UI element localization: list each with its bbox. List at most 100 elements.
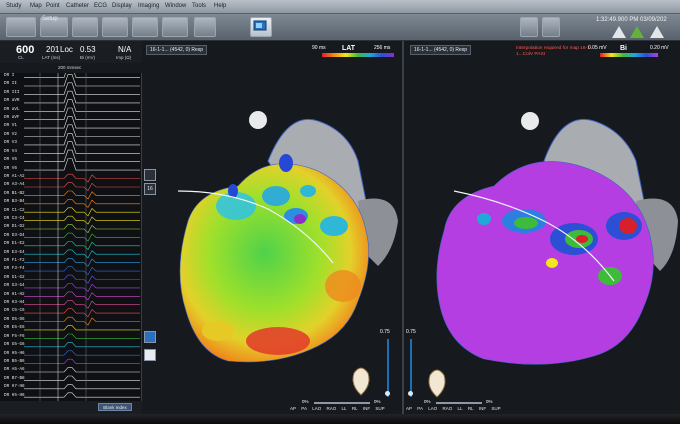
ecg-channel-label: DR B5-B6 xyxy=(4,358,25,364)
menu-window[interactable]: Window xyxy=(165,3,186,9)
view-ll-2[interactable]: LL xyxy=(458,406,463,411)
lat-opacity-knob[interactable] xyxy=(385,391,390,396)
view-sup[interactable]: SUP xyxy=(375,406,384,411)
ecg-trace xyxy=(24,173,140,183)
bipolar-view-buttons: AP PA LAO RAO LL RL INF SUP xyxy=(406,406,505,411)
bipolar-heart-map[interactable] xyxy=(424,91,680,391)
ecg-trace xyxy=(24,141,140,154)
bipolar-horizontal-slider[interactable] xyxy=(436,402,482,404)
view-rl-2[interactable]: RL xyxy=(468,406,474,411)
bipolar-opacity-value: 0.75 xyxy=(406,329,416,335)
ecg-channel-label: DR V6 xyxy=(4,165,17,171)
ecg-trace xyxy=(24,392,140,398)
menu-catheter[interactable]: Catheter xyxy=(66,3,89,9)
ecg-channel-label: DR V3 xyxy=(4,140,17,146)
ecg-channel-label: DR C3-C4 xyxy=(4,215,25,221)
ecg-channel-label: DR G1-G2 xyxy=(4,274,25,280)
menu-point[interactable]: Point xyxy=(46,3,60,9)
ecg-trace xyxy=(24,74,140,87)
ecg-channel-label: DR E5-E6 xyxy=(4,325,25,331)
toolbar-button-6[interactable] xyxy=(162,17,188,37)
toolbar-button-3[interactable] xyxy=(72,17,98,37)
view-pa[interactable]: PA xyxy=(301,406,307,411)
ecg-channel-label: DR C1-C2 xyxy=(4,207,25,213)
toolbar-button-1[interactable] xyxy=(6,17,36,37)
menu-help[interactable]: Help xyxy=(214,3,226,9)
map-view-button[interactable] xyxy=(250,17,272,37)
view-ap[interactable]: AP xyxy=(290,406,296,411)
view-pa-2[interactable]: PA xyxy=(417,406,423,411)
menu-map[interactable]: Map xyxy=(30,3,42,9)
ecg-channel-label: DR B1-B2 xyxy=(4,190,25,196)
bipolar-value: 0.53 xyxy=(80,45,96,54)
ecg-channel-label: DR H7-H8 xyxy=(4,384,25,390)
heart-orientation-icon-2[interactable] xyxy=(424,365,450,399)
bipolar-scale-title: Bi xyxy=(620,45,627,52)
side-tool-a[interactable] xyxy=(144,169,156,181)
heart-orientation-icon[interactable] xyxy=(348,363,374,397)
bipolar-scale-max: 0.20 mV xyxy=(650,45,669,51)
bipolar-opacity-knob[interactable] xyxy=(408,391,413,396)
ecg-trace xyxy=(24,291,140,301)
side-tool-c[interactable] xyxy=(144,349,156,361)
toolbar-button-8[interactable] xyxy=(520,17,538,37)
bipolar-opacity-slider[interactable] xyxy=(410,339,412,397)
lat-map-title-dropdown[interactable]: 16-1-1... (4542, 0) Resp xyxy=(146,45,208,55)
bipolar-scale-min: 0.05 mV xyxy=(588,45,607,51)
bipolar-pct-right: 0% xyxy=(486,399,493,404)
ecg-channel-label: DR H5-H6 xyxy=(4,350,25,356)
ecg-trace xyxy=(24,232,140,242)
side-tool-b[interactable] xyxy=(144,331,156,343)
lat-color-scale[interactable] xyxy=(322,53,394,57)
ecg-channel-label: DR A3-A4 xyxy=(4,182,25,188)
menu-bar: Study Map Point Catheter ECG Display Ima… xyxy=(0,0,680,14)
lat-opacity-value: 0.75 xyxy=(380,329,390,335)
toolbar-button-5[interactable] xyxy=(132,17,158,37)
lat-map-panel[interactable]: 16-1-1... (4542, 0) Resp 90 ms LAT 256 m… xyxy=(142,41,404,414)
monitor-bezel xyxy=(0,414,680,424)
ecg-trace xyxy=(24,190,140,200)
impedance-value: N/A xyxy=(118,45,132,54)
menu-imaging[interactable]: Imaging xyxy=(138,3,159,9)
view-lao[interactable]: LAO xyxy=(312,406,321,411)
view-rl[interactable]: RL xyxy=(352,406,358,411)
blank-index-button[interactable]: Blank Index xyxy=(98,403,132,411)
toolbar-button-9[interactable] xyxy=(542,17,560,37)
map-view-icon xyxy=(253,20,267,31)
lat-label: LAT (ms) xyxy=(42,55,61,60)
view-rao-2[interactable]: RAO xyxy=(443,406,453,411)
ecg-trace xyxy=(24,149,140,162)
side-tool-number[interactable]: 16 xyxy=(144,183,156,195)
menu-ecg[interactable]: ECG xyxy=(94,3,107,9)
view-lao-2[interactable]: LAO xyxy=(428,406,437,411)
ecg-trace xyxy=(24,158,140,171)
view-rao[interactable]: RAO xyxy=(327,406,337,411)
ecg-trace xyxy=(24,182,140,192)
lat-opacity-slider[interactable] xyxy=(387,339,389,397)
ecg-channel-label: DR B3-B4 xyxy=(4,199,25,205)
bipolar-color-scale[interactable] xyxy=(600,53,658,57)
menu-tools[interactable]: Tools xyxy=(192,3,206,9)
ecg-header: 600 CL 201 Loc LAT (ms) 0.53 Bi (mV) N/A… xyxy=(0,41,142,63)
lat-horizontal-slider[interactable] xyxy=(314,402,370,404)
view-inf[interactable]: INF xyxy=(363,406,370,411)
lat-scale-max: 256 ms xyxy=(374,45,391,51)
view-sup-2[interactable]: SUP xyxy=(491,406,500,411)
menu-display[interactable]: Display xyxy=(112,3,132,9)
ecg-channel-label: DR E3-E4 xyxy=(4,249,25,255)
view-ap-2[interactable]: AP xyxy=(406,406,412,411)
view-inf-2[interactable]: INF xyxy=(479,406,486,411)
ecg-channel-label: DR D3-D4 xyxy=(4,232,25,238)
ecg-trace xyxy=(24,224,140,234)
toolbar-button-4[interactable] xyxy=(102,17,128,37)
lat-heart-map[interactable] xyxy=(158,91,404,391)
view-ll[interactable]: LL xyxy=(342,406,347,411)
toolbar-button-7[interactable] xyxy=(194,17,216,37)
ecg-trace xyxy=(24,333,140,339)
menu-study[interactable]: Study xyxy=(6,3,21,9)
bipolar-map-panel[interactable]: 16-1-1... (4542, 0) Resp Interpolation r… xyxy=(404,41,680,414)
ecg-channel-label: DR III xyxy=(4,89,20,95)
bipolar-map-title-dropdown[interactable]: 16-1-1... (4542, 0) Resp xyxy=(410,45,472,55)
ecg-trace xyxy=(24,375,140,381)
ecg-channel-label: DR V2 xyxy=(4,131,17,137)
